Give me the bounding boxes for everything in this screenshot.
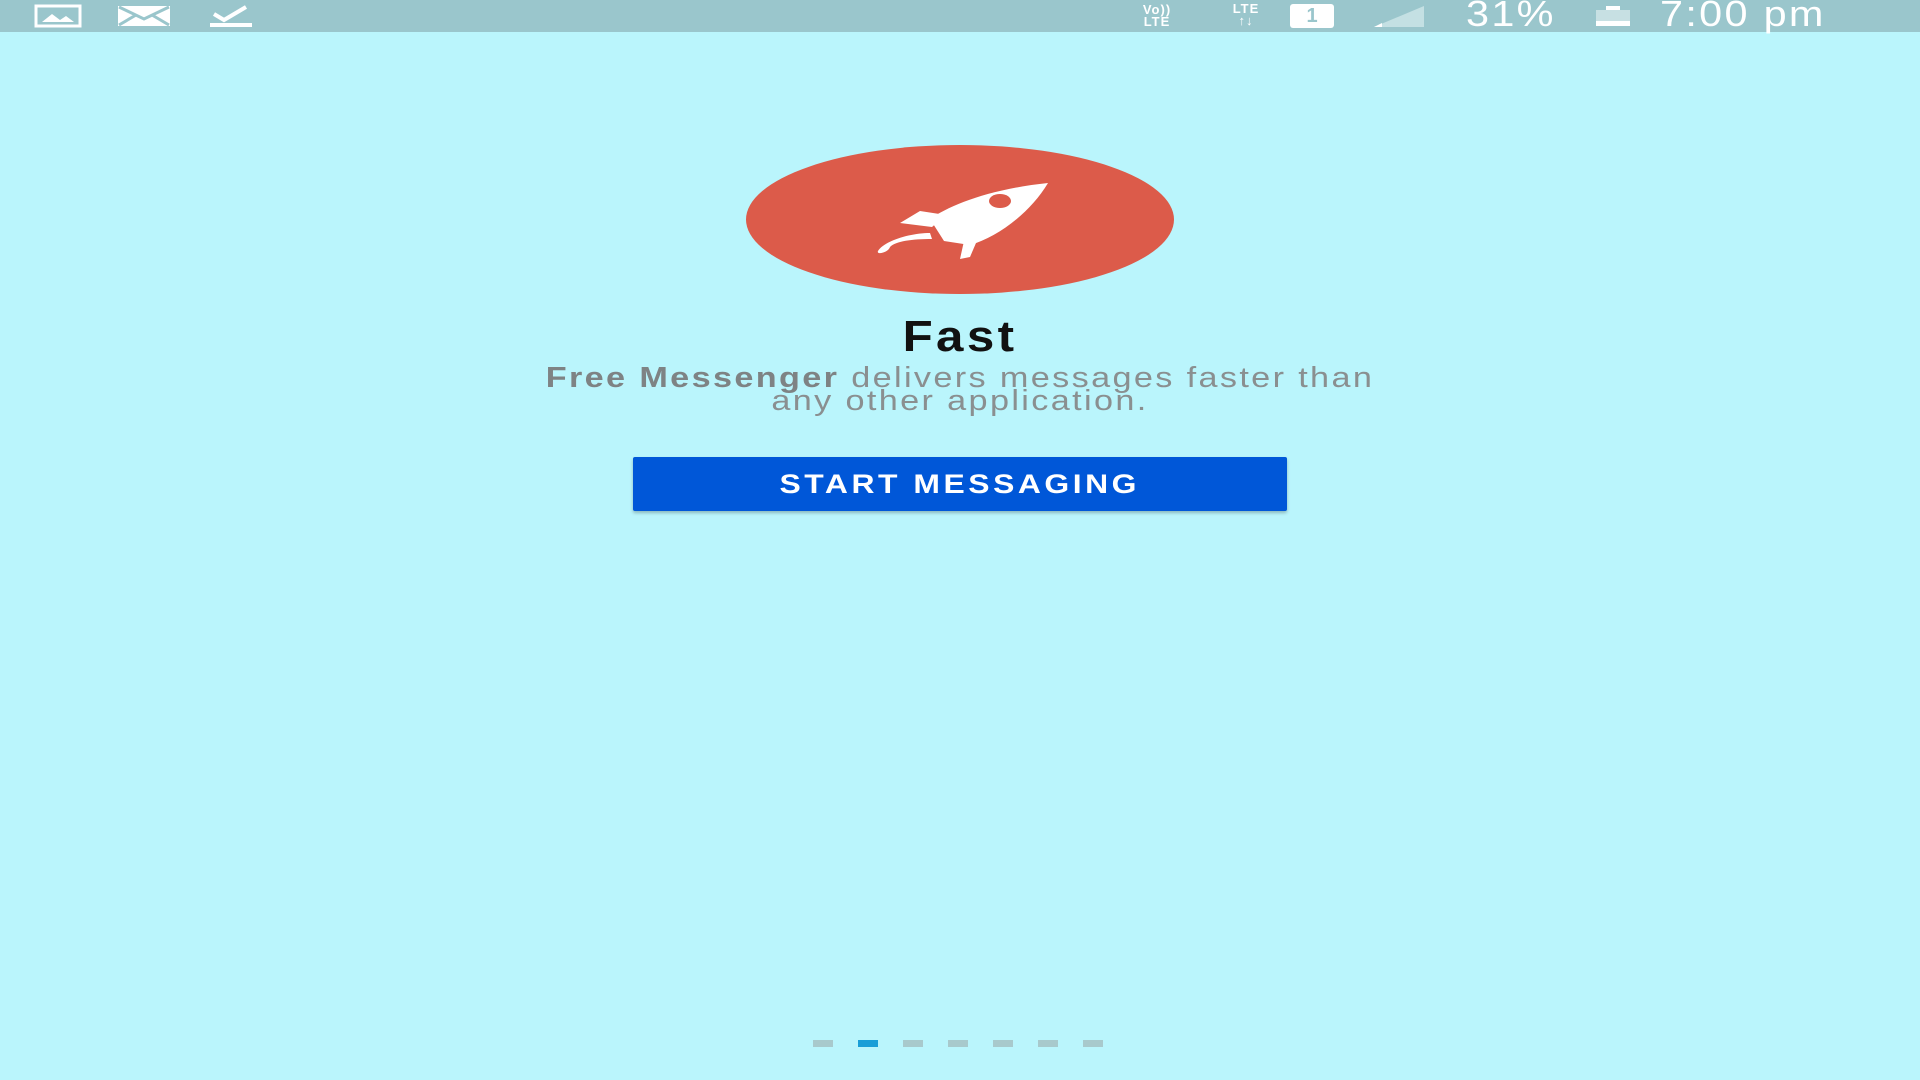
battery-percent: 31%	[1466, 0, 1556, 34]
mail-icon	[116, 4, 172, 28]
signal-icon	[1372, 4, 1426, 28]
download-done-icon	[208, 4, 254, 28]
lte-indicator: LTE ↑↓	[1218, 2, 1274, 28]
page-dot-7	[1083, 1040, 1103, 1047]
gallery-icon	[34, 4, 82, 28]
page-dot-1	[813, 1040, 833, 1047]
page-dot-2	[858, 1040, 878, 1047]
battery-fill	[1596, 21, 1630, 26]
volte-indicator: Vo)) LTE	[1128, 3, 1186, 29]
start-messaging-label: START MESSAGING	[779, 468, 1141, 499]
sim-slot-badge: 1	[1290, 4, 1334, 28]
start-messaging-button[interactable]: START MESSAGING	[633, 457, 1287, 511]
feature-description: Free Messenger delivers messages faster …	[252, 364, 1668, 416]
clock: 7:00 pm	[1660, 0, 1826, 34]
page-dot-6	[1038, 1040, 1058, 1047]
lte-arrows: ↑↓	[1238, 13, 1254, 28]
page-title: Fast	[902, 312, 1018, 361]
onboarding-screen: Vo)) LTE LTE ↑↓ 1 31% 7:00 pm Fast Free …	[0, 0, 1920, 1080]
status-bar: Vo)) LTE LTE ↑↓ 1 31% 7:00 pm	[0, 0, 1920, 32]
volte-line2: LTE	[1143, 14, 1171, 29]
description-line2: any other application.	[771, 385, 1149, 417]
battery-icon	[1596, 6, 1630, 26]
hero-illustration	[746, 145, 1174, 294]
page-dot-4	[948, 1040, 968, 1047]
rocket-icon	[877, 183, 1048, 259]
page-dot-5	[993, 1040, 1013, 1047]
page-dot-3	[903, 1040, 923, 1047]
